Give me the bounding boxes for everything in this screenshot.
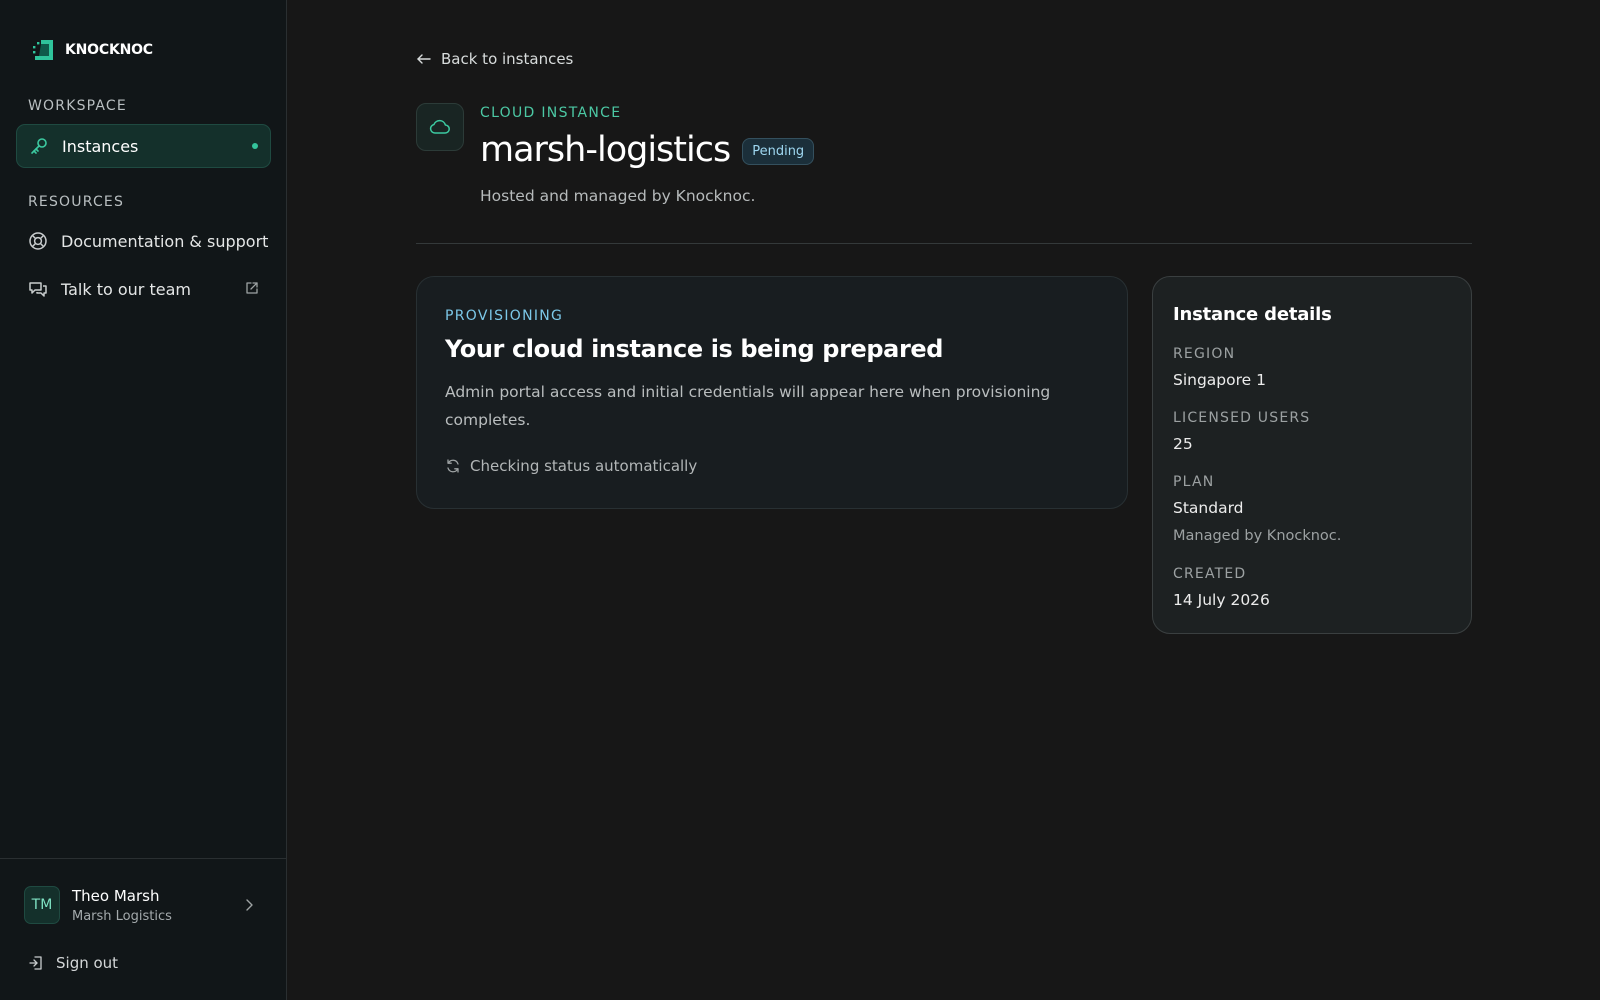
resources-section-label: RESOURCES bbox=[28, 194, 125, 210]
sign-out-button[interactable]: Sign out bbox=[28, 954, 118, 972]
user-organization: Marsh Logistics bbox=[72, 908, 172, 924]
chevron-right-icon bbox=[246, 899, 253, 911]
back-to-instances-link[interactable]: Back to instances bbox=[416, 50, 573, 68]
sidebar-item-label: Instances bbox=[62, 136, 139, 156]
details-title: Instance details bbox=[1173, 304, 1332, 325]
plan-note: Managed by Knocknoc. bbox=[1173, 528, 1342, 544]
licensed-users-label: LICENSED USERS bbox=[1173, 410, 1311, 426]
plan-label: PLAN bbox=[1173, 474, 1215, 490]
brand-name: KNOCKNOC bbox=[65, 42, 153, 58]
workspace-section-label: WORKSPACE bbox=[28, 98, 127, 114]
page-title: marsh-logistics bbox=[480, 130, 731, 170]
provisioning-label: PROVISIONING bbox=[445, 308, 564, 324]
user-name: Theo Marsh bbox=[72, 886, 160, 905]
region-value: Singapore 1 bbox=[1173, 371, 1266, 389]
lifebuoy-icon bbox=[29, 232, 47, 250]
status-badge: Pending bbox=[742, 137, 815, 165]
sidebar-item-label: Talk to our team bbox=[61, 279, 191, 299]
active-indicator-dot bbox=[252, 143, 258, 149]
sign-out-label: Sign out bbox=[56, 954, 119, 972]
auto-check-status-text: Checking status automatically bbox=[470, 457, 698, 475]
page-subtitle: Hosted and managed by Knocknoc. bbox=[480, 187, 756, 205]
sidebar-item-label: Documentation & support bbox=[61, 231, 269, 251]
instance-type-tile bbox=[416, 103, 464, 151]
external-link-icon bbox=[246, 282, 258, 294]
header-divider bbox=[416, 243, 1472, 244]
provisioning-title: Your cloud instance is being prepared bbox=[445, 335, 944, 363]
user-menu[interactable]: TM Theo Marsh Marsh Logistics bbox=[24, 886, 264, 924]
created-value: 14 July 2026 bbox=[1173, 591, 1270, 609]
brand-logo[interactable]: KNOCKNOC bbox=[31, 36, 153, 64]
refresh-icon bbox=[447, 459, 459, 473]
plan-value: Standard bbox=[1173, 499, 1244, 517]
avatar: TM bbox=[24, 886, 60, 924]
instance-details-panel: Instance details REGION Singapore 1 LICE… bbox=[1152, 276, 1472, 634]
sidebar-divider bbox=[0, 858, 287, 859]
arrow-left-icon bbox=[417, 54, 431, 64]
instance-type-label: CLOUD INSTANCE bbox=[480, 105, 622, 121]
chat-bubbles-icon bbox=[29, 282, 47, 297]
back-link-label: Back to instances bbox=[441, 50, 574, 68]
knocknoc-logo-icon bbox=[33, 40, 53, 60]
provisioning-card: PROVISIONING Your cloud instance is bein… bbox=[416, 276, 1128, 509]
sidebar: KNOCKNOC WORKSPACE Instances RESOURCES D… bbox=[0, 0, 287, 1000]
created-label: CREATED bbox=[1173, 566, 1247, 582]
sign-out-icon bbox=[29, 956, 42, 970]
sidebar-item-talk-to-team[interactable]: Talk to our team bbox=[16, 267, 271, 311]
cloud-icon bbox=[429, 119, 450, 134]
sidebar-item-documentation[interactable]: Documentation & support bbox=[16, 219, 271, 263]
key-icon bbox=[31, 138, 47, 154]
provisioning-description: Admin portal access and initial credenti… bbox=[445, 383, 1051, 429]
sidebar-item-instances[interactable]: Instances bbox=[16, 124, 271, 168]
region-label: REGION bbox=[1173, 346, 1236, 362]
auto-check-status: Checking status automatically bbox=[445, 457, 697, 475]
licensed-users-value: 25 bbox=[1173, 435, 1193, 453]
main-content: Back to instances CLOUD INSTANCE marsh-l… bbox=[288, 0, 1600, 1000]
